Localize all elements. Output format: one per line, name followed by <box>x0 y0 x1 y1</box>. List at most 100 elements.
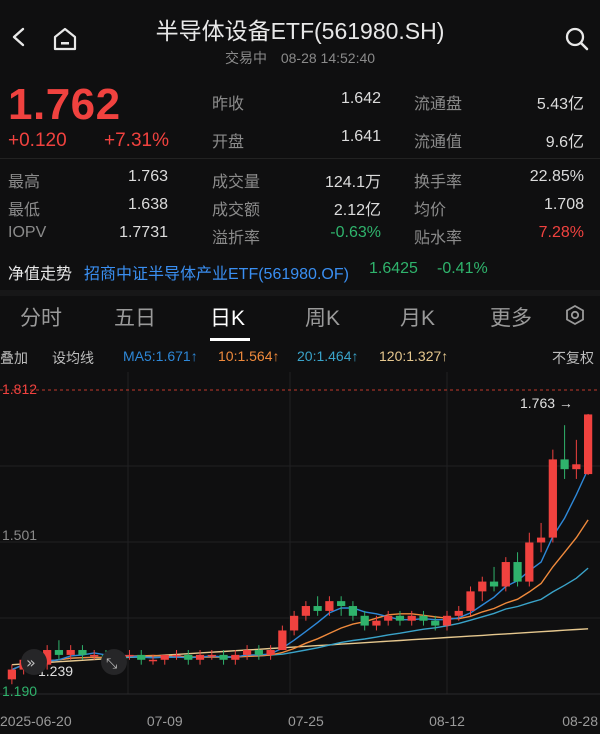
overlay-button[interactable]: 叠加 <box>0 348 28 368</box>
home-icon[interactable] <box>52 26 78 52</box>
candle-body <box>419 615 428 621</box>
candle-body <box>66 650 75 655</box>
candle-body <box>360 615 369 626</box>
price-change-percent: +7.31% <box>104 130 169 151</box>
candle-body <box>266 650 275 655</box>
candle-body <box>478 581 487 592</box>
divider <box>0 158 600 159</box>
stat-value: 1.638 <box>127 196 168 213</box>
tab-item[interactable]: 周K <box>305 302 340 332</box>
ma120-line <box>11 628 589 666</box>
ma-setting-button[interactable]: 设均线 <box>52 348 94 368</box>
stat-value: 1.7731 <box>119 224 168 241</box>
candle-body <box>160 654 169 660</box>
candle-body <box>125 654 134 657</box>
back-arrow-icon[interactable] <box>8 26 30 48</box>
candle-body <box>7 669 16 680</box>
candle-body <box>195 654 205 660</box>
candle-body <box>395 615 405 621</box>
search-icon[interactable] <box>564 26 590 52</box>
stat-value: 9.6亿 <box>545 134 584 151</box>
adjust-button[interactable]: 不复权 <box>552 348 594 368</box>
candle-body <box>301 606 310 616</box>
candle-body <box>501 562 510 587</box>
stat-value: 1.763 <box>127 168 168 185</box>
stat-value: 1.642 <box>340 90 381 107</box>
ma20-line <box>11 567 589 671</box>
tab-item[interactable]: 更多 <box>490 302 532 332</box>
candle-body <box>572 464 581 470</box>
stat-label: 均价 <box>414 202 447 219</box>
candle-body <box>219 654 228 660</box>
nav-change-percent: -0.41% <box>437 260 488 277</box>
candle-body <box>372 620 381 626</box>
stat-value: 1.641 <box>340 128 381 145</box>
tab-item[interactable]: 日K <box>210 302 245 332</box>
candle-body <box>90 654 99 657</box>
candle-body <box>78 650 87 655</box>
candle-body <box>454 610 463 616</box>
stat-label: IOPV <box>8 224 47 241</box>
x-axis-label: 07-09 <box>147 713 183 729</box>
header: 半导体设备ETF(561980.SH) 交易中 08-28 14:52:40 <box>0 0 600 72</box>
price-change: +0.120 <box>8 130 67 151</box>
stat-label: 流通值 <box>414 134 463 151</box>
candle-body <box>290 615 299 631</box>
scroll-left-glyph: » <box>26 653 36 672</box>
high-price-annotation: 1.763 → <box>520 395 573 411</box>
candle-body <box>184 654 193 660</box>
x-axis-label: 07-25 <box>288 713 324 729</box>
stat-label: 溢折率 <box>212 230 261 247</box>
candle-body <box>536 537 546 543</box>
stat-label: 最低 <box>8 202 41 219</box>
kline-chart[interactable]: 1.8121.5011.1901.763 →1.239» ⤡2025-06-20 0… <box>0 372 600 734</box>
nav-trend-label[interactable]: 净值走势 <box>8 260 72 284</box>
candle-body <box>137 654 146 660</box>
candle-body <box>548 459 557 538</box>
candle-body <box>231 654 240 660</box>
stat-value: 22.85% <box>529 168 584 185</box>
x-axis-label: 08-12 <box>429 713 465 729</box>
candle-body <box>325 601 334 611</box>
candle-body <box>54 650 64 655</box>
active-tab-indicator <box>210 338 250 341</box>
trade-status: 交易中 08-28 14:52:40 <box>110 48 490 68</box>
x-axis-label: 08-28 <box>562 713 598 729</box>
ma120-legend: 120:1.327↑ <box>379 348 449 364</box>
candle-body <box>560 459 569 470</box>
section-divider <box>0 290 600 296</box>
stat-label: 昨收 <box>212 96 245 113</box>
stat-label: 成交量 <box>212 174 261 191</box>
stat-value: 7.28% <box>538 224 584 241</box>
candle-body <box>584 414 593 475</box>
status-text: 交易中 <box>224 50 267 66</box>
ma20-legend: 20:1.464↑ <box>297 348 359 364</box>
ma5-line <box>11 468 589 671</box>
ma5-legend: MA5:1.671↑ <box>123 348 198 364</box>
status-datetime: 08-28 14:52:40 <box>280 50 376 66</box>
tab-item[interactable]: 月K <box>400 302 435 332</box>
candle-body <box>254 650 263 655</box>
stat-label: 成交额 <box>212 202 261 219</box>
stat-label: 最高 <box>8 174 41 191</box>
stat-label: 换手率 <box>414 174 463 191</box>
tab-item[interactable]: 分时 <box>20 302 62 332</box>
candle-body <box>337 601 346 607</box>
stat-value: 5.43亿 <box>536 96 584 113</box>
y-axis-label: 1.190 <box>2 683 37 699</box>
last-price: 1.762 <box>8 80 121 129</box>
stat-label: 贴水率 <box>414 230 463 247</box>
settings-gear-icon[interactable] <box>564 304 586 326</box>
candle-body <box>466 591 475 611</box>
page-title: 半导体设备ETF(561980.SH) <box>155 18 445 44</box>
x-axis-label: 2025-06-20 <box>0 713 72 729</box>
stock-detail-screen: 半导体设备ETF(561980.SH) 交易中 08-28 14:52:40 1… <box>0 0 600 734</box>
nav-value: 1.6425 <box>369 260 418 277</box>
stat-value: 2.12亿 <box>333 202 381 219</box>
tab-item[interactable]: 五日 <box>114 302 156 332</box>
candle-body <box>525 542 534 582</box>
nav-fund-link[interactable]: 招商中证半导体产业ETF(561980.OF) <box>84 260 349 284</box>
candle-body <box>278 630 287 651</box>
candle-body <box>172 654 181 657</box>
candle-body <box>348 606 358 616</box>
